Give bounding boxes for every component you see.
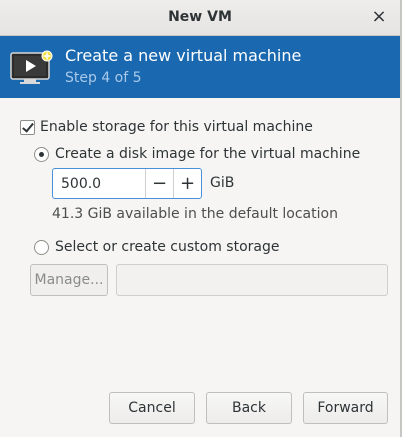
disk-size-unit: GiB <box>210 175 235 191</box>
custom-storage-radio[interactable]: Select or create custom storage <box>34 237 280 257</box>
available-space-text: 41.3 GiB available in the default locati… <box>52 206 338 222</box>
close-icon[interactable]: × <box>370 6 388 28</box>
create-disk-image-label: Create a disk image for the virtual mach… <box>55 146 361 162</box>
window-title: New VM <box>168 9 232 25</box>
increment-button[interactable]: + <box>173 169 201 198</box>
radio-unselected-icon[interactable] <box>34 239 49 255</box>
decrement-button[interactable]: − <box>145 169 173 198</box>
enable-storage-checkbox[interactable]: Enable storage for this virtual machine <box>20 117 313 137</box>
manage-button[interactable]: Manage... <box>30 264 108 296</box>
radio-selected-icon[interactable] <box>34 146 49 162</box>
title-bar[interactable]: New VM × <box>0 0 400 36</box>
vm-screen-icon <box>10 50 53 84</box>
wizard-header: Create a new virtual machine Step 4 of 5 <box>0 36 400 98</box>
checkbox-checked-icon[interactable] <box>20 119 35 135</box>
custom-storage-path-input[interactable] <box>116 264 388 296</box>
wizard-heading: Create a new virtual machine <box>65 46 302 65</box>
enable-storage-label: Enable storage for this virtual machine <box>40 119 313 135</box>
disk-size-input[interactable] <box>53 169 145 198</box>
create-disk-image-radio[interactable]: Create a disk image for the virtual mach… <box>34 144 360 164</box>
back-button[interactable]: Back <box>206 392 292 424</box>
cancel-button[interactable]: Cancel <box>109 392 195 424</box>
forward-button[interactable]: Forward <box>303 392 388 424</box>
disk-size-stepper[interactable]: − + <box>52 168 202 199</box>
new-vm-dialog: New VM × Create a new virtual machine St… <box>0 0 402 437</box>
custom-storage-label: Select or create custom storage <box>55 239 280 255</box>
wizard-step-label: Step 4 of 5 <box>65 70 142 86</box>
